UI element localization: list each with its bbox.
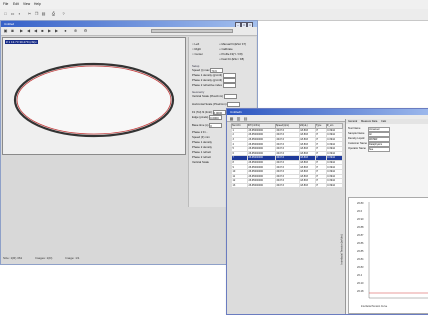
copy-icon[interactable]: ❐ — [34, 11, 39, 16]
table-cell: 13 — [231, 182, 248, 189]
setup-row: Speed (t) max 70.6 — [192, 68, 224, 73]
fast-forward-icon[interactable]: ▶ — [54, 28, 59, 33]
table-icon[interactable]: ▦ — [229, 116, 234, 121]
open-folder-icon[interactable]: ▭ — [10, 11, 15, 16]
status-image: Image: 1/1 — [65, 256, 80, 260]
status-size: Size: 1(R) 361 — [3, 256, 23, 260]
property-row: Test Name Unnamed — [348, 127, 390, 132]
paste-icon[interactable]: ▤ — [41, 11, 46, 16]
save-icon[interactable]: ▪ — [17, 11, 22, 16]
tab-general[interactable]: General — [348, 120, 357, 123]
result-row: Phase 2 Fr... — [192, 130, 208, 134]
property-value[interactable]: Sue — [368, 147, 390, 152]
measurement-window-title: Untitled — [4, 22, 15, 26]
property-row: Density Liquid WATER — [348, 137, 390, 142]
option-calibrate[interactable]: □ Calibrate — [219, 47, 233, 51]
menu-bar: File Edit View Help — [0, 0, 428, 9]
export-icon[interactable]: ▤ — [243, 116, 248, 121]
result-row: Vertical Scale — [192, 160, 209, 164]
geometry-field[interactable] — [227, 102, 241, 107]
setup-row: Phase 1 density (g/cm3) — [192, 73, 236, 78]
print-icon[interactable]: ⎙ — [51, 11, 56, 16]
cut-icon[interactable]: ✂ — [27, 11, 32, 16]
measurement-window: Untitled – □ × ▣ ◙ ▶ ◀ ◀ ■ ▶ ▶ ● ⊕ ⚙ # 1… — [0, 20, 258, 265]
option-left[interactable]: ○ Left — [192, 42, 199, 46]
table-cell: 18.803 — [298, 182, 316, 189]
settings-icon[interactable]: ⚙ — [83, 28, 88, 33]
new-file-icon[interactable]: □ — [3, 11, 8, 16]
drop-image-pane[interactable]: # 1 13.73 30.279 (cbi)v — [2, 37, 186, 155]
rewind-icon[interactable]: ◀ — [26, 28, 31, 33]
menu-help[interactable]: Help — [34, 2, 41, 6]
play-icon[interactable]: ▶ — [19, 28, 24, 33]
setup-field[interactable] — [222, 83, 236, 88]
setup-row: Phase 2 refractive index — [192, 83, 236, 88]
step-forward-icon[interactable]: ▶ — [47, 28, 52, 33]
results-window: Untitled1 ▦ ▥ ▤ Num/Ct IFT(mN/m) Speed(r… — [226, 108, 428, 315]
help-icon[interactable]: ? — [61, 11, 66, 16]
property-row: Customer Name Dataphysics — [348, 142, 390, 147]
menu-file[interactable]: File — [3, 2, 8, 6]
frame-slider[interactable] — [151, 29, 233, 33]
option-fast-fit[interactable]: □ Fast Fit (ESc / F8) — [219, 57, 244, 61]
results-table: Num/Ct IFT(mN/m) Speed(rpm) Vol(uL) Type… — [231, 123, 344, 189]
result-row: Phase 1 refract — [192, 150, 211, 154]
results-window-title: Untitled1 — [230, 110, 242, 114]
camera-icon[interactable]: ◙ — [10, 28, 15, 33]
setup-row: Phase 2 density (g/cm3) — [192, 78, 236, 83]
result-row: Phase 2 refract — [192, 155, 211, 159]
menu-edit[interactable]: Edit — [13, 2, 19, 6]
chart-plot-area — [368, 202, 428, 299]
table-cell: 0.3944 — [325, 182, 344, 189]
stop-icon[interactable]: ■ — [40, 28, 45, 33]
properties-tabs: General Measure Data Calc — [346, 119, 428, 124]
tab-calc[interactable]: Calc — [381, 120, 386, 123]
drop-outline-graphic — [13, 62, 175, 138]
option-right[interactable]: ○ Right — [192, 47, 201, 51]
status-images: Images: 1(D) — [35, 256, 53, 260]
chart-x-label: Interfacial Tension Curve — [361, 305, 388, 308]
geometry-row: Vertical Scale (Pixel/mm) — [192, 94, 237, 99]
record-icon[interactable]: ● — [63, 28, 68, 33]
step-back-icon[interactable]: ◀ — [33, 28, 38, 33]
option-profile-fit[interactable]: □ Profile Fit(Y / F8) — [219, 52, 243, 56]
tab-measure-data[interactable]: Measure Data — [361, 120, 377, 123]
table-row[interactable]: 13 26.95000000 3447.6 18.803 P 0.3944 — [231, 182, 344, 189]
result-row: Phase 2 density — [192, 145, 212, 149]
edge-row: Edge (pixels) 0.0000 — [192, 115, 223, 120]
result-row: Phase 1 density — [192, 140, 212, 144]
results-table-body: 1 26.95000000 3447.6 18.803 P 0.3944 2 26.95000… — [231, 127, 344, 189]
fit-row: Fit (Tol) fit (limit) 0.0000 — [192, 110, 226, 115]
status-bar: Size: 1(R) 361 Images: 1(D) Image: 1/1 — [3, 256, 253, 262]
geometry-field[interactable] — [223, 94, 237, 99]
table-cell: 3447.6 — [274, 182, 300, 189]
basetime-row: Base time (s) 0 — [192, 123, 223, 128]
menu-view[interactable]: View — [23, 2, 30, 6]
chart-y-label: Interfacial Tension [mN/m] — [340, 234, 344, 265]
measurement-toolbar: ▣ ◙ ▶ ◀ ◀ ■ ▶ ▶ ● ⊕ ⚙ — [1, 27, 257, 36]
result-row: Speed (F) mm — [192, 135, 210, 139]
edge-field[interactable]: 0.0000 — [209, 115, 223, 120]
property-row: Sample Name Air — [348, 132, 390, 137]
table-cell: 26.95000000 — [246, 182, 276, 189]
properties-panel: General Measure Data Calc Test Name Unnam… — [340, 119, 428, 314]
zoom-icon[interactable]: ⊕ — [73, 28, 78, 33]
table-cell: P — [314, 182, 327, 189]
property-row: Operator Name Sue — [348, 147, 390, 152]
geometry-row: Horizontal Scale (Pixel/mm) — [192, 102, 241, 107]
tension-chart: Interfacial Tension [mN/m] 26.80 26.6 26.9… — [340, 197, 428, 314]
chart-icon[interactable]: ▥ — [236, 116, 241, 121]
option-manual-fit[interactable]: □ Manual fit (ESc/ F7) — [219, 42, 246, 46]
select-icon[interactable]: ▣ — [3, 28, 8, 33]
basetime-field[interactable]: 0 — [209, 123, 223, 128]
option-center[interactable]: ○ Center — [192, 52, 203, 56]
